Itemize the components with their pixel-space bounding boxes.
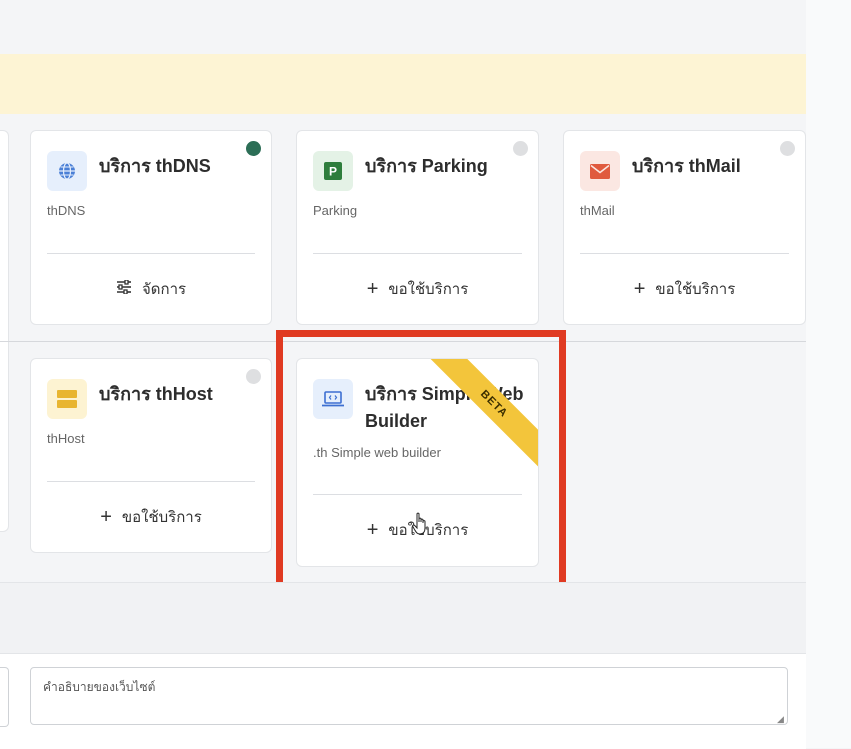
mail-icon bbox=[580, 151, 620, 191]
service-subtitle: thDNS bbox=[47, 203, 86, 218]
hand-pointer-cursor-icon bbox=[412, 512, 430, 541]
card-divider bbox=[313, 494, 522, 495]
form-panel-header bbox=[0, 583, 806, 654]
service-card-thdns: บริการ thDNS thDNS จัดการ bbox=[30, 130, 272, 325]
card-divider bbox=[47, 481, 255, 482]
plus-icon: + bbox=[366, 278, 379, 300]
parking-icon: P bbox=[313, 151, 353, 191]
status-indicator-inactive bbox=[246, 369, 261, 384]
plus-icon: + bbox=[100, 506, 112, 528]
website-form-panel: ◢ bbox=[0, 582, 806, 749]
website-description-input[interactable] bbox=[30, 667, 788, 725]
globe-icon bbox=[47, 151, 87, 191]
plus-icon: + bbox=[366, 519, 379, 541]
service-subtitle: .th Simple web builder bbox=[313, 445, 441, 460]
card-divider bbox=[47, 253, 255, 254]
status-indicator-active bbox=[246, 141, 261, 156]
service-title: บริการ thMail bbox=[632, 156, 741, 176]
left-card-edge bbox=[0, 130, 9, 532]
service-card-thmail: บริการ thMail thMail + ขอใช้บริการ bbox=[563, 130, 806, 325]
service-subtitle: thHost bbox=[47, 431, 85, 446]
code-laptop-icon bbox=[313, 379, 353, 419]
service-subtitle: thMail bbox=[580, 203, 615, 218]
service-subtitle: Parking bbox=[313, 203, 358, 218]
card-divider bbox=[313, 253, 522, 254]
right-gutter bbox=[806, 0, 851, 748]
sliders-icon bbox=[116, 279, 132, 298]
status-indicator-inactive bbox=[513, 141, 528, 156]
request-service-button[interactable]: + ขอใช้บริการ bbox=[297, 269, 538, 309]
request-service-button[interactable]: + ขอใช้บริการ bbox=[564, 269, 805, 309]
request-service-label: ขอใช้บริการ bbox=[655, 281, 736, 298]
manage-button[interactable]: จัดการ bbox=[31, 269, 271, 309]
request-service-label: ขอใช้บริการ bbox=[388, 281, 469, 298]
alert-banner bbox=[0, 54, 806, 114]
server-icon bbox=[47, 379, 87, 419]
status-indicator-inactive bbox=[780, 141, 795, 156]
resize-grip-icon[interactable]: ◢ bbox=[777, 714, 784, 725]
service-title: บริการ Parking bbox=[365, 156, 488, 176]
service-card-parking: P บริการ Parking Parking + ขอใช้บริการ bbox=[296, 130, 539, 325]
request-service-button[interactable]: + ขอใช้บริการ bbox=[31, 497, 271, 537]
service-card-thhost: บริการ thHost thHost + ขอใช้บริการ bbox=[30, 358, 272, 553]
service-title: บริการ thHost bbox=[99, 384, 213, 404]
request-service-label: ขอใช้บริการ bbox=[121, 509, 202, 526]
left-text-field[interactable] bbox=[0, 667, 9, 727]
row-divider bbox=[0, 341, 806, 342]
plus-icon: + bbox=[633, 278, 646, 300]
svg-text:P: P bbox=[329, 165, 337, 179]
card-divider bbox=[580, 253, 789, 254]
service-title: บริการ thDNS bbox=[99, 156, 211, 176]
manage-label: จัดการ bbox=[141, 281, 187, 298]
